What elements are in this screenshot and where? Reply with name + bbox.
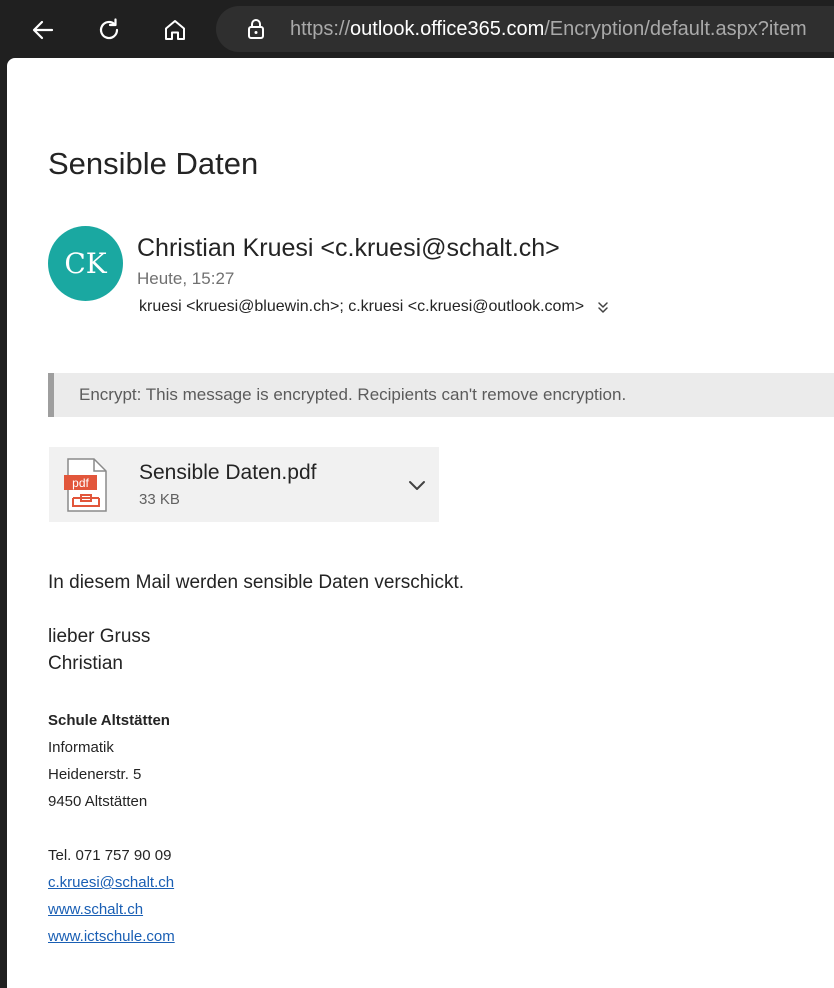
signature-org: Schule Altstätten (48, 712, 170, 729)
url-path: /Encryption/default.aspx?item (544, 18, 807, 40)
attachment-name: Sensible Daten.pdf (139, 461, 317, 484)
signature-web-link[interactable]: www.schalt.ch (48, 901, 143, 918)
signature-tel: Tel. 071 757 90 09 (48, 847, 172, 864)
message-subject: Sensible Daten (48, 146, 259, 181)
signature-web-link-2[interactable]: www.ictschule.com (48, 928, 175, 945)
attachment-size: 33 KB (139, 491, 180, 508)
expand-recipients-icon[interactable] (596, 300, 610, 314)
sender-name[interactable]: Christian Kruesi <c.kruesi@schalt.ch> (137, 234, 560, 263)
message-time: Heute, 15:27 (137, 269, 235, 288)
signature-dept: Informatik (48, 739, 114, 756)
signature-email-link[interactable]: c.kruesi@schalt.ch (48, 874, 174, 891)
recipients-list[interactable]: kruesi <kruesi@bluewin.ch>; c.kruesi <c.… (139, 298, 584, 316)
back-button[interactable] (23, 10, 63, 50)
body-name: Christian (48, 653, 123, 674)
lock-icon[interactable] (244, 17, 268, 41)
url-text[interactable]: https://outlook.office365.com/Encryption… (290, 18, 807, 41)
signature-street: Heidenerstr. 5 (48, 766, 142, 783)
browser-toolbar: https://outlook.office365.com/Encryption… (0, 0, 834, 58)
refresh-button[interactable] (89, 10, 129, 50)
signature-city: 9450 Altstätten (48, 793, 148, 810)
recipients-line: kruesi <kruesi@bluewin.ch>; c.kruesi <c.… (139, 298, 610, 316)
attachment-card[interactable]: pdf Sensible Daten.pdf 33 KB (49, 447, 439, 522)
svg-text:pdf: pdf (72, 476, 89, 490)
pdf-file-icon: pdf (64, 458, 107, 512)
body-greeting: lieber Gruss (48, 626, 151, 647)
address-bar[interactable]: https://outlook.office365.com/Encryption… (216, 6, 834, 52)
home-icon (165, 20, 185, 40)
refresh-icon (99, 18, 119, 40)
sender-avatar[interactable]: CK (48, 226, 123, 301)
body-text: In diesem Mail werden sensible Daten ver… (48, 572, 465, 593)
url-prefix: https:// (290, 18, 351, 40)
chevron-down-icon[interactable] (407, 475, 427, 495)
url-host: outlook.office365.com (350, 18, 545, 40)
back-arrow-icon (32, 20, 54, 40)
encryption-banner: Encrypt: This message is encrypted. Reci… (48, 373, 834, 417)
encryption-banner-text: Encrypt: This message is encrypted. Reci… (79, 385, 627, 404)
home-button[interactable] (155, 10, 195, 50)
message-reading-pane: Sensible Daten CK Christian Kruesi <c.kr… (7, 58, 834, 988)
